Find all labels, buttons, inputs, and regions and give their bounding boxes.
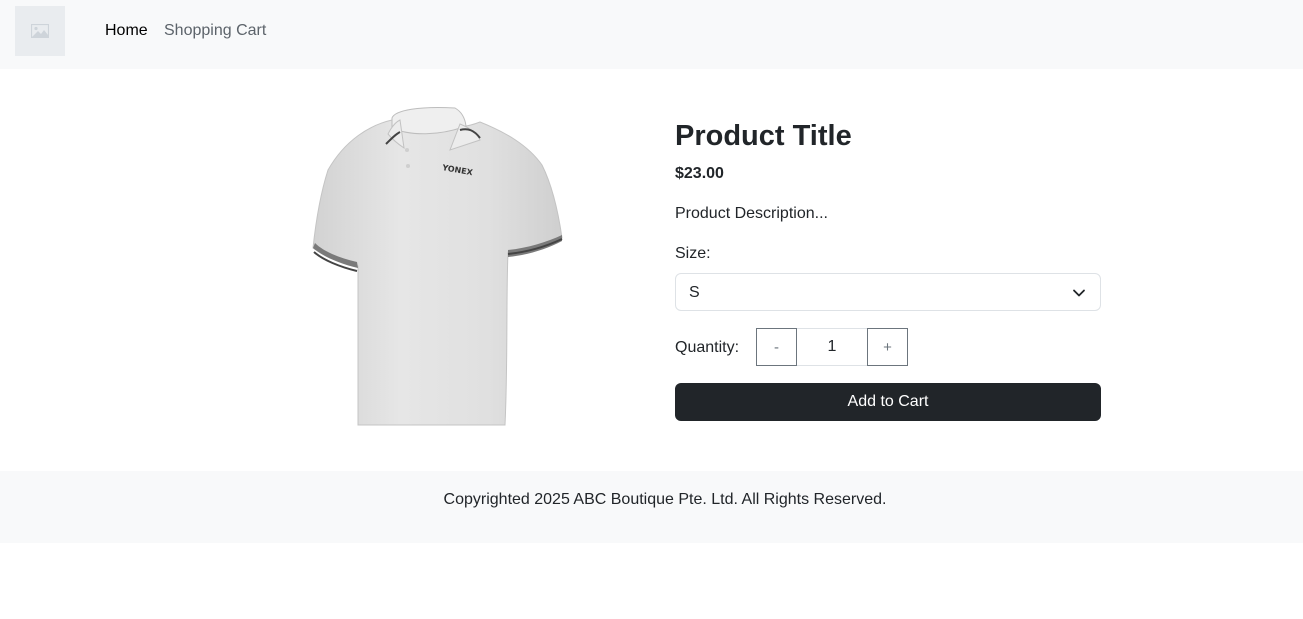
size-select[interactable]: S [675,273,1101,311]
nav-shopping-cart-link[interactable]: Shopping Cart [164,21,266,41]
chevron-down-icon [1073,289,1085,297]
add-to-cart-button[interactable]: Add to Cart [675,383,1101,421]
product-image: YONEX [312,107,563,426]
navbar: Home Shopping Cart [0,0,1303,69]
footer-copyright: Copyrighted 2025 ABC Boutique Pte. Ltd. … [443,491,887,508]
product-description: Product Description... [675,205,828,222]
product-title: Product Title [675,120,852,152]
product-price: $23.00 [675,165,724,182]
image-placeholder-icon [31,24,49,38]
quantity-decrement-button[interactable]: - [756,328,797,366]
nav-home-link[interactable]: Home [105,21,148,41]
quantity-input[interactable]: 1 [797,328,867,366]
footer: Copyrighted 2025 ABC Boutique Pte. Ltd. … [0,471,1303,543]
quantity-label: Quantity: [675,339,740,356]
logo[interactable] [15,6,65,56]
quantity-increment-button[interactable]: + [867,328,908,366]
size-label: Size: [675,245,711,262]
size-selected-value: S [689,284,700,301]
